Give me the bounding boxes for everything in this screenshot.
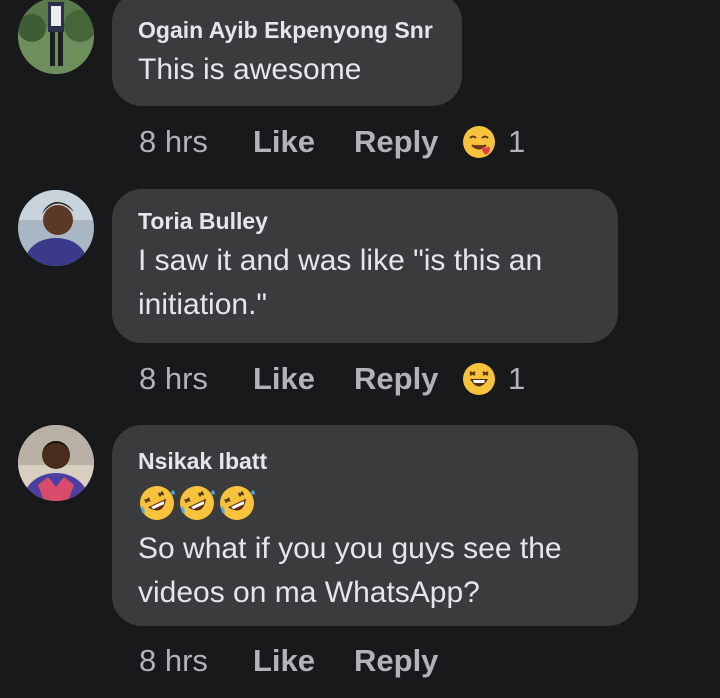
- reaction-summary[interactable]: 1: [462, 124, 525, 160]
- rofl-icon: [178, 484, 216, 522]
- comment-bubble: Ogain Ayib Ekpenyong Snr This is awesome: [112, 0, 462, 106]
- like-button[interactable]: Like: [253, 124, 354, 160]
- comment-timestamp[interactable]: 8 hrs: [139, 643, 253, 679]
- rofl-icon: [138, 484, 176, 522]
- reaction-count: 1: [508, 361, 526, 396]
- comment-bubble: Nsikak Ibatt So what if you you guys see…: [112, 425, 638, 626]
- comment-timestamp[interactable]: 8 hrs: [139, 124, 253, 160]
- comment-actions: 8 hrs Like Reply 1: [139, 122, 525, 162]
- comment-text: So what if you you guys see the videos o…: [138, 532, 562, 609]
- avatar[interactable]: [18, 190, 94, 266]
- reaction-count: 1: [508, 124, 526, 159]
- comment-text: This is awesome: [138, 53, 362, 86]
- like-button[interactable]: Like: [253, 643, 354, 679]
- comment-actions: 8 hrs Like Reply: [139, 641, 462, 681]
- reply-button[interactable]: Reply: [354, 643, 462, 679]
- avatar[interactable]: [18, 0, 94, 74]
- comment-author[interactable]: Nsikak Ibatt: [138, 447, 612, 475]
- reply-button[interactable]: Reply: [354, 124, 462, 160]
- emoji-row: [138, 483, 612, 523]
- comment-bubble: Toria Bulley I saw it and was like "is t…: [112, 189, 618, 343]
- comment-author[interactable]: Toria Bulley: [138, 207, 592, 235]
- smile-heart-icon: [462, 125, 496, 159]
- avatar[interactable]: [18, 425, 94, 501]
- comment-text: I saw it and was like "is this an initia…: [138, 244, 543, 321]
- reaction-summary[interactable]: 1: [462, 361, 525, 397]
- comment-timestamp[interactable]: 8 hrs: [139, 361, 253, 397]
- rofl-icon: [218, 484, 256, 522]
- laughing-icon: [462, 362, 496, 396]
- like-button[interactable]: Like: [253, 361, 354, 397]
- reply-button[interactable]: Reply: [354, 361, 462, 397]
- comment-author[interactable]: Ogain Ayib Ekpenyong Snr: [138, 16, 436, 44]
- comment-actions: 8 hrs Like Reply 1: [139, 359, 525, 399]
